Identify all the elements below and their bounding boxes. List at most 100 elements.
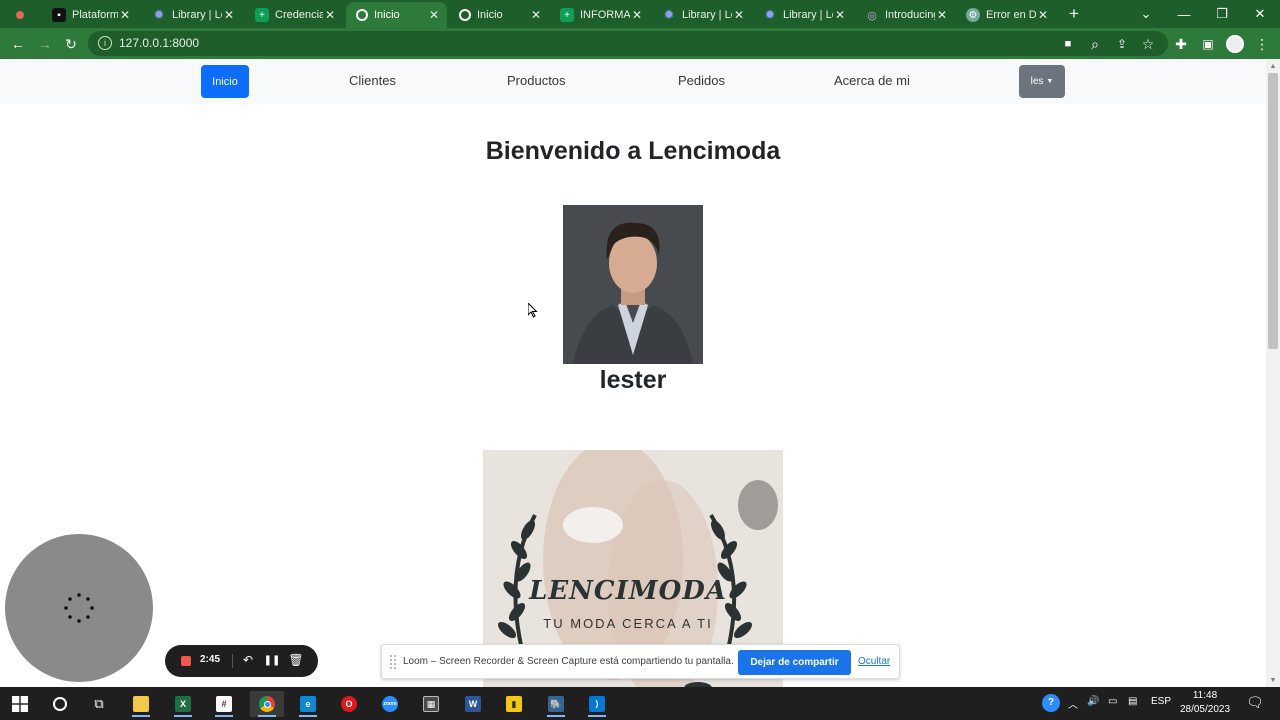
forward-arrow-icon[interactable]: →: [33, 32, 57, 56]
pause-icon[interactable]: ❚❚: [264, 652, 281, 668]
person-name: lester: [599, 366, 667, 394]
close-icon[interactable]: ✕: [732, 8, 746, 22]
restart-icon[interactable]: ↶: [240, 652, 256, 668]
chrome-menu-icon[interactable]: ⋮: [1250, 32, 1274, 56]
windows-taskbar: ⧉ X # e O zoom ▦ W ▮ 🐘 ⟩ ? ︿ 🔊 ▭ ▤ ESP 1…: [0, 687, 1280, 720]
browser-app-icon[interactable]: e: [291, 691, 325, 717]
reload-icon[interactable]: ↻: [59, 32, 83, 56]
page-viewport: Inicio Clientes Productos Pedidos Acerca…: [0, 59, 1280, 687]
postgresql-icon[interactable]: 🐘: [539, 691, 573, 717]
chrome-icon[interactable]: [250, 691, 284, 717]
volume-icon[interactable]: 🔊: [1087, 696, 1099, 707]
zoom-icon[interactable]: ⌕: [1083, 32, 1107, 56]
scroll-up-icon[interactable]: ▲: [1266, 59, 1280, 73]
side-panel-icon[interactable]: ▣: [1196, 32, 1220, 56]
vscode-icon[interactable]: ⟩: [580, 691, 614, 717]
address-url[interactable]: 127.0.0.1:8000: [119, 36, 199, 50]
globe-icon: [459, 9, 471, 21]
tray-chevron-up-icon[interactable]: ︿: [1068, 696, 1078, 711]
power-bi-icon[interactable]: ▮: [497, 691, 531, 717]
profile-avatar[interactable]: [1223, 32, 1247, 56]
close-icon[interactable]: ✕: [1036, 8, 1050, 22]
page-title: Bienvenido a Lencimoda: [485, 137, 781, 165]
hide-link[interactable]: Ocultar: [858, 656, 890, 667]
mouse-cursor-icon: [528, 303, 538, 318]
stop-sharing-button[interactable]: Dejar de compartir: [738, 650, 851, 675]
close-icon[interactable]: ✕: [427, 8, 441, 22]
notifications-icon[interactable]: 🗨: [1246, 694, 1264, 711]
close-icon[interactable]: ✕: [935, 8, 949, 22]
tab-list-chevron-icon[interactable]: ⌄: [1127, 0, 1165, 28]
tab-4[interactable]: Inicio ✕: [449, 2, 549, 28]
page-scrollbar[interactable]: ▲ ▼: [1266, 59, 1280, 687]
tab-8[interactable]: ◎ Introducing ✕: [855, 2, 955, 28]
gear-icon: ✹: [764, 7, 776, 22]
drag-handle[interactable]: [390, 655, 396, 669]
globe-icon: [356, 9, 368, 21]
tab-6[interactable]: ✹ Library | Lo ✕: [652, 2, 752, 28]
close-icon[interactable]: ✕: [833, 8, 847, 22]
nav-clientes[interactable]: Clientes: [349, 73, 396, 88]
tab-5[interactable]: + INFORMAC ✕: [550, 2, 650, 28]
nav-inicio[interactable]: Inicio: [201, 65, 249, 98]
close-window-button[interactable]: ✕: [1241, 0, 1279, 28]
brand-slogan: TU MODA CERCA A TI: [543, 616, 713, 631]
profile-photo: [563, 205, 703, 364]
close-icon[interactable]: ✕: [529, 8, 543, 22]
user-dropdown[interactable]: les ▼: [1019, 65, 1065, 98]
close-icon[interactable]: ✕: [323, 8, 337, 22]
site-info-icon[interactable]: i: [98, 36, 112, 50]
excel-icon[interactable]: X: [166, 691, 200, 717]
share-message: Loom – Screen Recorder & Screen Capture …: [403, 656, 734, 667]
screen-share-notification: Loom – Screen Recorder & Screen Capture …: [381, 644, 900, 679]
file-explorer-icon[interactable]: [124, 691, 158, 717]
extensions-puzzle-icon[interactable]: ✚: [1169, 32, 1193, 56]
word-icon[interactable]: W: [456, 691, 490, 717]
battery-icon[interactable]: ▭: [1108, 696, 1117, 707]
close-icon[interactable]: ✕: [118, 8, 132, 22]
bookmark-star-icon[interactable]: ☆: [1136, 32, 1160, 56]
input-language[interactable]: ESP: [1151, 696, 1171, 707]
loom-camera-bubble[interactable]: [5, 534, 153, 682]
share-icon[interactable]: ⇪: [1110, 32, 1134, 56]
close-icon[interactable]: ✕: [222, 8, 236, 22]
scroll-down-icon[interactable]: ▼: [1266, 673, 1280, 687]
close-icon[interactable]: ✕: [630, 8, 644, 22]
nav-acerca-de-mi[interactable]: Acerca de mi: [834, 73, 910, 88]
site-navbar: Inicio Clientes Productos Pedidos Acerca…: [0, 59, 1266, 104]
record-dot-icon: [16, 11, 24, 19]
trash-icon[interactable]: 🗑: [288, 652, 304, 668]
tab-1[interactable]: ✹ Library | Lo ✕: [142, 2, 242, 28]
tab-7[interactable]: ✹ Library | Lo ✕: [753, 2, 853, 28]
back-arrow-icon[interactable]: ←: [6, 32, 30, 56]
nav-productos[interactable]: Productos: [507, 73, 566, 88]
task-view-icon[interactable]: ⧉: [82, 691, 116, 717]
scrollbar-thumb[interactable]: [1268, 73, 1278, 349]
sheets-icon: +: [255, 8, 269, 22]
calculator-icon[interactable]: ▦: [414, 691, 448, 717]
nav-pedidos[interactable]: Pedidos: [678, 73, 725, 88]
tab-0[interactable]: ▪ Plataforma ✕: [42, 2, 138, 28]
taskbar-clock[interactable]: 11:48 28/05/2023: [1173, 689, 1237, 717]
zoom-app-icon[interactable]: zoom: [373, 691, 407, 717]
help-icon[interactable]: ?: [1042, 694, 1060, 712]
opera-icon[interactable]: O: [332, 691, 366, 717]
stop-recording-button[interactable]: [181, 656, 191, 666]
maximize-button[interactable]: ❐: [1203, 0, 1241, 28]
tab-search-button[interactable]: [10, 2, 34, 28]
sheets-icon: +: [560, 8, 574, 22]
slack-icon[interactable]: #: [207, 691, 241, 717]
cortana-search-icon[interactable]: [43, 691, 77, 717]
camera-icon[interactable]: ■: [1056, 32, 1080, 56]
new-tab-button[interactable]: +: [1055, 0, 1093, 28]
gear-icon: ✹: [663, 7, 675, 22]
tab-3-active[interactable]: Inicio ✕: [346, 2, 447, 28]
brand-logo-text: LENCIMODA: [529, 576, 727, 606]
tab-2[interactable]: + Credenciale ✕: [245, 2, 343, 28]
tab-9[interactable]: ⚙ Error en D ✕: [956, 2, 1056, 28]
address-bar[interactable]: i 127.0.0.1:8000: [88, 31, 1168, 56]
browser-tab-strip: ▪ Plataforma ✕ ✹ Library | Lo ✕ + Creden…: [0, 0, 1280, 28]
network-icon[interactable]: ▤: [1128, 696, 1137, 707]
windows-start-icon[interactable]: [3, 691, 37, 717]
minimize-button[interactable]: —: [1165, 0, 1203, 28]
